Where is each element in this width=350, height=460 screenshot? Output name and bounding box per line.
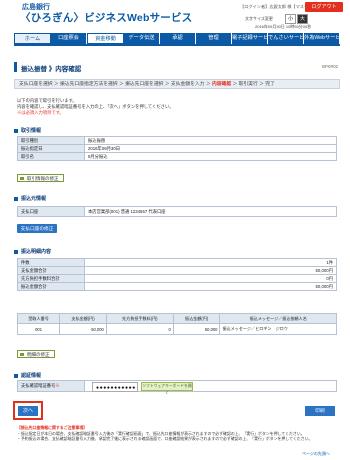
- txn-type-value: 振込振替: [84, 136, 337, 145]
- table-row: 001 50,000 0 50,000 振込メッセージ／ヒロギン ジロウ: [16, 323, 337, 335]
- edit-detail-button[interactable]: 明細の修正: [17, 350, 55, 358]
- tab-data-transmission[interactable]: データ伝送: [124, 33, 160, 44]
- steps-after: ＞ 取引実行 ＞ 完了: [231, 82, 275, 87]
- auth-required-mark: ※: [55, 383, 60, 388]
- tab-home[interactable]: ホーム: [14, 33, 51, 44]
- txn-name-value: 9月分振込: [84, 152, 337, 161]
- font-small-button[interactable]: 小: [285, 14, 296, 24]
- table-row: 支払口座 本店営業部(001) 普通 1234567 代表口座: [17, 206, 337, 217]
- col-fee: 先方負担手数料(円): [105, 313, 174, 324]
- page-title: 振込振替 》内容確認: [21, 66, 82, 73]
- count-label: 件数: [17, 258, 85, 267]
- logout-button[interactable]: ログアウト: [305, 2, 343, 12]
- global-nav: ホーム 口座照会 資金移動 データ伝送 承認 管理 電子記録サービス でんさいサ…: [14, 33, 340, 44]
- auth-label: 支払確認暗証番号: [21, 383, 56, 388]
- table-row: 振込指定日 2016年09月30日: [17, 144, 337, 153]
- tab-approval[interactable]: 承認: [160, 33, 196, 44]
- tab-densai[interactable]: でんさいサービス: [268, 33, 304, 44]
- tab-account-inquiry[interactable]: 口座照会: [51, 33, 87, 44]
- section-txn-info: 取引情報: [14, 127, 41, 134]
- txn-name-label: 取引名: [17, 152, 85, 161]
- auth-label-cell: 支払確認暗証番号※: [17, 380, 85, 392]
- next-button[interactable]: 次へ: [18, 406, 38, 416]
- table-row: 振込金額合計 50,000円: [17, 282, 337, 291]
- transfer-total-value: 50,000円: [84, 282, 337, 291]
- cell-message: 振込メッセージ／ヒロギン ジロウ: [219, 323, 337, 335]
- txn-type-label: 取引種別: [17, 136, 85, 145]
- transfer-date-label: 振込指定日: [17, 144, 85, 153]
- payment-total-label: 支払金額合計: [17, 266, 85, 275]
- tab-fund-transfer[interactable]: 資金移動: [87, 33, 124, 44]
- payer-account-value: 本店営業部(001) 普通 1234567 代表口座: [84, 206, 337, 217]
- table-header-row: 受取人番号 支払金額(円) 先方負担手数料(円) 振込金額(円) 振込メッセージ…: [16, 313, 337, 324]
- detail-table: 受取人番号 支払金額(円) 先方負担手数料(円) 振込金額(円) 振込メッセージ…: [16, 313, 337, 335]
- notes-line-2: ・予約振込の場合、支払確認暗証番号入力後、承認完了後に表示される確認画面で、口座…: [17, 436, 313, 441]
- login-datetime: 2016年09月30日 10時50分00秒: [255, 24, 312, 29]
- tab-management[interactable]: 管理: [196, 33, 232, 44]
- transfer-total-label: 振込金額合計: [17, 282, 85, 291]
- next-button-highlight: 次へ: [13, 401, 43, 420]
- notes: 【振込先口座情報に関するご注意事項】 ・振込指定日が本日の場合、支払確認暗証番号…: [17, 425, 337, 442]
- payer-table: 支払口座 本店営業部(001) 普通 1234567 代表口座: [17, 206, 337, 217]
- fee-total-label: 先方負担手数料合計: [17, 274, 85, 283]
- col-message: 振込メッセージ／振込依頼人名: [219, 313, 337, 324]
- col-payment-amount: 支払金額(円): [59, 313, 107, 324]
- font-size-label: 文字サイズ変更: [245, 16, 273, 21]
- table-row: 取引名 9月分振込: [17, 152, 337, 161]
- col-transfer-amount: 振込金額(円): [172, 313, 221, 324]
- col-recipient-no: 受取人番号: [16, 313, 61, 324]
- payer-account-label: 支払口座: [17, 206, 85, 217]
- summary-table: 件数 1件 支払金額合計 50,000円 先方負担手数料合計 0円 振込金額合計 50,…: [17, 258, 337, 291]
- txn-info-table: 取引種別 振込振替 振込指定日 2016年09月30日 取引名 9月分振込: [17, 136, 337, 161]
- table-row: 取引種別 振込振替: [17, 136, 337, 145]
- section-auth: 認証情報: [14, 372, 41, 379]
- nav-underline: [14, 44, 340, 46]
- section-payer: 振込元情報: [14, 195, 46, 202]
- step-current: 内容確認: [211, 82, 232, 87]
- tab-forex[interactable]: 外為Webサービス: [304, 33, 340, 44]
- cell-transfer-amount: 50,000: [172, 323, 221, 335]
- font-large-button[interactable]: 大: [297, 14, 308, 24]
- edit-txn-info-button[interactable]: 取引情報の修正: [17, 174, 64, 182]
- print-button[interactable]: 印刷: [305, 406, 335, 416]
- service-logo[interactable]: 〈ひろぎん〉ビジネスWebサービス: [20, 10, 192, 25]
- screen-id: BFKR02: [322, 64, 338, 69]
- payment-pin-value: ●●●●●●●●●●●: [96, 385, 136, 391]
- step-indicator: 支払口座を選択 ＞ 振込先口座指定方法を選択 ＞ 振込先口座を選択 ＞ 支払金額…: [14, 79, 340, 89]
- page-top-link[interactable]: ページの先頭へ: [302, 451, 330, 457]
- steps-before: 支払口座を選択 ＞ 振込先口座指定方法を選択 ＞ 振込先口座を選択 ＞ 支払金額…: [19, 82, 212, 87]
- table-row: 件数 1件: [17, 258, 337, 267]
- transfer-date-value: 2016年09月30日: [84, 144, 337, 153]
- intro-text: 以下の内容で取引を行います。 内容を確認し、支払確認暗証番号を入力の上、「次へ」…: [17, 98, 174, 116]
- table-row: 支払金額合計 50,000円: [17, 266, 337, 275]
- edit-payer-account-button[interactable]: 支払口座の修正: [17, 224, 57, 233]
- count-value: 1件: [84, 258, 337, 267]
- tab-electronic-record[interactable]: 電子記録サービス: [232, 33, 268, 44]
- software-keyboard-button[interactable]: ソフトウェアキーボードを開く: [141, 382, 193, 395]
- page-title-bar: 振込振替 》内容確認 BFKR02: [14, 62, 340, 73]
- intro-required-note: ※は必須入力項目です。: [17, 110, 64, 115]
- fee-total-value: 0円: [84, 274, 337, 283]
- table-row: 先方負担手数料合計 0円: [17, 274, 337, 283]
- cell-recipient-no: 001: [16, 323, 61, 335]
- header: 広島銀行 〈ひろぎん〉ビジネスWebサービス 【ログイン者】広銀太郎 様【マスタ…: [0, 0, 350, 30]
- payment-total-value: 50,000円: [84, 266, 337, 275]
- section-detail: 振込明細内容: [14, 248, 51, 255]
- cell-fee: 0: [105, 323, 174, 335]
- cell-payment-amount: 50,000: [59, 323, 107, 335]
